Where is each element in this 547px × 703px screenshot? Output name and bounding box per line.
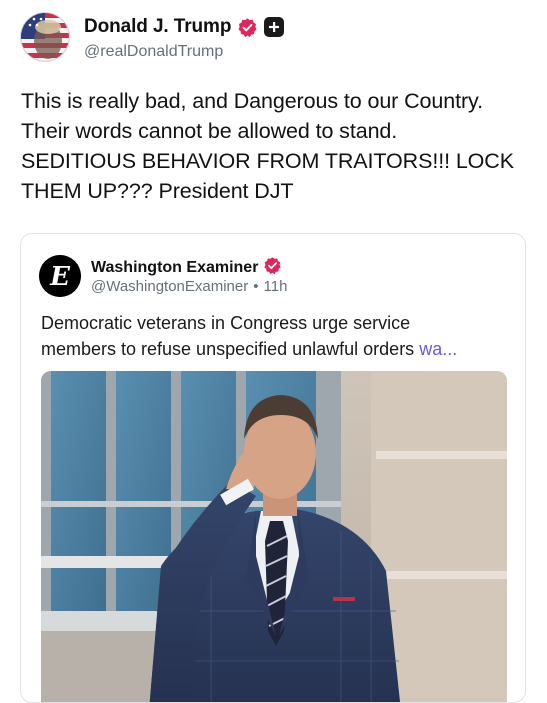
quoted-text-line: members to refuse unspecified unlawful o… <box>41 339 415 359</box>
quoted-author-name[interactable]: Washington Examiner <box>91 259 258 277</box>
show-more-link[interactable]: wa... <box>419 339 457 359</box>
post-line: THEM UP??? President DJT <box>21 179 294 203</box>
quoted-name-row: Washington Examiner <box>91 256 282 280</box>
plus-badge-icon[interactable] <box>264 17 285 37</box>
quoted-text-line: Democratic veterans in Congress urge ser… <box>41 313 411 333</box>
quoted-post-image[interactable] <box>41 371 507 702</box>
avatar-flag-portrait-icon <box>21 13 69 61</box>
verified-badge-icon <box>263 256 282 280</box>
washington-examiner-logo-icon: E <box>39 255 81 297</box>
verified-badge-icon <box>237 17 258 38</box>
quoted-author-handle[interactable]: @WashingtonExaminer <box>91 278 248 295</box>
post-header: Donald J. Trump @realDonaldTrump <box>20 12 530 64</box>
quoted-post-text: Democratic veterans in Congress urge ser… <box>41 310 511 362</box>
quoted-author-avatar[interactable]: E <box>39 255 81 297</box>
post-line: SEDITIOUS BEHAVIOR FROM TRAITORS!!! LOCK <box>21 149 514 173</box>
post-text: This is really bad, and Dangerous to our… <box>21 86 526 206</box>
man-saluting-photo <box>41 371 507 702</box>
author-name[interactable]: Donald J. Trump <box>84 16 231 38</box>
post-line: This is really bad, and Dangerous to our… <box>21 89 483 113</box>
quoted-meta-row: @WashingtonExaminer • 11h <box>91 278 287 295</box>
quoted-timestamp[interactable]: 11h <box>264 278 288 295</box>
author-handle[interactable]: @realDonaldTrump <box>84 43 223 61</box>
quoted-text-line-2: members to refuse unspecified unlawful o… <box>41 336 511 362</box>
author-name-row: Donald J. Trump <box>84 16 285 38</box>
author-avatar[interactable] <box>20 12 70 62</box>
post-line: Their words cannot be allowed to stand. <box>21 119 398 143</box>
meta-separator: • <box>253 278 259 295</box>
logo-letter: E <box>49 262 71 292</box>
quoted-post-card[interactable]: E Washington Examiner @WashingtonExamine… <box>20 233 526 703</box>
